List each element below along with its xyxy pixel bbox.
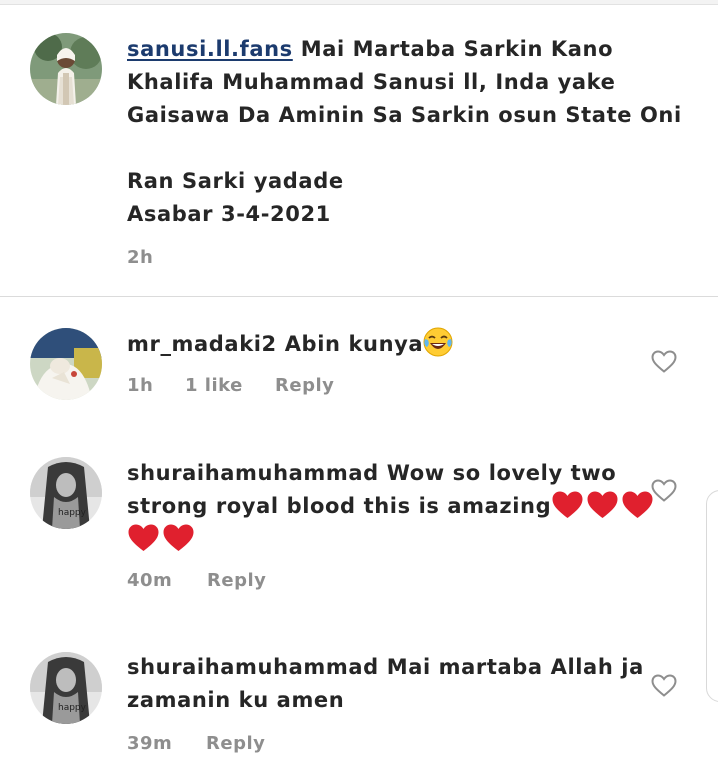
comment-text: shuraihamuhammad Wow so lovely two stron… (127, 457, 656, 556)
comment-timestamp: 40m (127, 570, 173, 591)
face-with-tears-of-joy-icon (423, 327, 453, 357)
heart-outline-icon[interactable] (651, 350, 677, 374)
caption-line-3: Gaisawa Da Aminin Sa Sarkin osun State O… (127, 103, 682, 127)
comment-username[interactable]: shuraihamuhammad (127, 461, 379, 485)
comment-body-line-1: Mai martaba Allah ja (386, 655, 644, 679)
avatar-text: happy (58, 508, 87, 518)
caption-meta: 2h (127, 247, 153, 268)
comment-body-line-2: zamanin ku amen (127, 688, 345, 712)
comment-row: happy shuraihamuhammad Mai martaba Allah… (0, 637, 718, 768)
comment-text: mr_madaki2 Abin kunya (127, 327, 453, 361)
comment-meta: 1h 1 like Reply (127, 375, 334, 396)
comment-username[interactable]: mr_madaki2 (127, 332, 277, 356)
caption-line-5: Asabar 3-4-2021 (127, 202, 331, 226)
avatar[interactable] (30, 328, 102, 400)
avatar-text: happy (58, 703, 87, 713)
comment-meta: 40m Reply (127, 570, 266, 591)
red-heart-icon (128, 524, 159, 551)
avatar[interactable]: happy (30, 457, 102, 529)
red-heart-icon (622, 491, 653, 518)
side-panel-edge[interactable] (706, 490, 718, 702)
reply-button[interactable]: Reply (206, 733, 265, 754)
comment-likes-count[interactable]: 1 like (185, 375, 275, 396)
comment-row: happy shuraihamuhammad Wow so lovely two… (0, 437, 718, 637)
comment-text: shuraihamuhammad Mai martaba Allah ja za… (127, 651, 644, 717)
red-heart-icon (552, 491, 583, 518)
avatar[interactable]: happy (30, 652, 102, 724)
caption-username-link[interactable]: sanusi.ll.fans (127, 37, 293, 61)
comment-body-line-1: Wow so lovely two (386, 461, 617, 485)
reply-button[interactable]: Reply (275, 375, 334, 396)
comment-row: mr_madaki2 Abin kunya 1h 1 like Reply (0, 297, 718, 437)
heart-outline-icon[interactable] (651, 674, 677, 698)
post-caption: sanusi.ll.fans Mai Martaba Sarkin Kano K… (0, 4, 718, 297)
comment-timestamp: 1h (127, 375, 154, 396)
comment-timestamp: 39m (127, 733, 173, 754)
comment-body: Abin kunya (284, 332, 424, 356)
caption-timestamp: 2h (127, 247, 154, 268)
caption-line-4: Ran Sarki yadade (127, 169, 344, 193)
comment-username[interactable]: shuraihamuhammad (127, 655, 379, 679)
caption-line-1: Mai Martaba Sarkin Kano (300, 37, 614, 61)
comment-meta: 39m Reply (127, 733, 265, 754)
reply-button[interactable]: Reply (207, 570, 266, 591)
comment-body-line-2: strong royal blood this is amazing (127, 494, 552, 518)
caption-line-2: Khalifa Muhammad Sanusi ll, Inda yake (127, 70, 616, 94)
red-heart-icon (587, 491, 618, 518)
red-heart-icon (163, 524, 194, 551)
avatar[interactable] (30, 33, 102, 105)
heart-outline-icon[interactable] (651, 479, 677, 503)
caption-text: sanusi.ll.fans Mai Martaba Sarkin Kano K… (127, 33, 682, 231)
